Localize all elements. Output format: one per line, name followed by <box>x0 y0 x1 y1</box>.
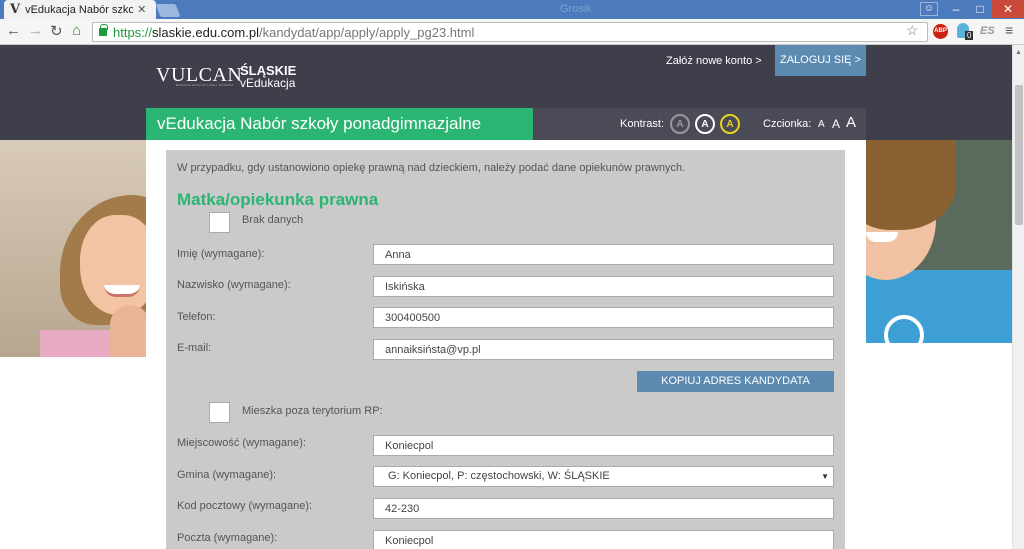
no-data-checkbox[interactable] <box>209 212 230 233</box>
font-small-button[interactable]: A <box>818 119 825 130</box>
profile-icon[interactable]: ☺ <box>920 2 938 16</box>
register-link[interactable]: Załóż nowe konto > <box>666 55 762 67</box>
last-name-label: Nazwisko (wymagane): <box>177 279 291 291</box>
tab-close-icon[interactable]: ✕ <box>137 3 146 16</box>
postal-code-input[interactable] <box>373 498 834 519</box>
lock-icon <box>99 24 108 36</box>
scrollbar-thumb[interactable] <box>1015 85 1023 225</box>
brand-logo: vEdukacja <box>240 76 296 90</box>
title-bar: vEdukacja Nabór szkoły ponadgimnazjalne … <box>146 108 866 140</box>
contrast-yellow-button[interactable]: A <box>720 114 740 134</box>
adblock-icon[interactable]: ABP <box>933 24 948 39</box>
site-title: vEdukacja Nabór szkoły ponadgimnazjalne <box>146 108 533 140</box>
contrast-default-button[interactable]: A <box>670 114 690 134</box>
postal-code-label: Kod pocztowy (wymagane): <box>177 500 313 512</box>
url-path: /kandydat/app/apply/apply_pg23.html <box>258 24 475 40</box>
site-header: VULCAN BADANIA EDUKACYJNE I ROZWÓJ ŚLĄSK… <box>0 45 1012 140</box>
page-content: VULCAN BADANIA EDUKACYJNE I ROZWÓJ ŚLĄSK… <box>0 45 1012 549</box>
phone-label: Telefon: <box>177 311 216 323</box>
close-window-icon[interactable]: ✕ <box>992 0 1024 18</box>
reload-icon[interactable]: ↻ <box>50 22 63 40</box>
scroll-up-icon[interactable]: ▲ <box>1015 49 1022 56</box>
guardian-form: W przypadku, gdy ustanowiono opiekę praw… <box>166 150 845 549</box>
font-large-button[interactable]: A <box>846 114 856 131</box>
url-host: slaskie.edu.com.pl <box>152 24 259 40</box>
back-arrow-icon[interactable]: ← <box>6 22 21 39</box>
font-medium-button[interactable]: A <box>832 117 840 131</box>
commune-select[interactable]: G: Koniecpol, P: częstochowski, W: ŚLĄSK… <box>373 466 834 487</box>
email-label: E-mail: <box>177 342 212 354</box>
commune-label: Gmina (wymagane): <box>177 469 277 481</box>
login-button[interactable]: ZALOGUJ SIĘ > <box>775 45 866 76</box>
post-office-input[interactable] <box>373 530 834 549</box>
abroad-checkbox[interactable] <box>209 402 230 423</box>
email-input[interactable] <box>373 339 834 360</box>
commune-selected-value: G: Koniecpol, P: częstochowski, W: ŚLĄSK… <box>388 470 610 482</box>
browser-toolbar: ← → ↻ ⌂ https:// slaskie.edu.com.pl /kan… <box>0 19 1024 45</box>
browser-tab-bar: V vEdukacja Nabór szkoły p ✕ Grosik ☺ – … <box>0 0 1024 19</box>
abroad-label: Mieszka poza terytorium RP: <box>242 405 383 417</box>
new-tab-button[interactable] <box>155 4 181 17</box>
section-title: Matka/opiekunka prawna <box>177 190 379 209</box>
minimize-icon[interactable]: – <box>944 0 968 18</box>
post-office-label: Poczta (wymagane): <box>177 532 278 544</box>
dropdown-arrow-icon: ▼ <box>821 472 829 481</box>
forward-arrow-icon[interactable]: → <box>28 22 43 39</box>
contrast-label: Kontrast: <box>620 118 665 130</box>
browser-tab[interactable]: V vEdukacja Nabór szkoły p ✕ <box>4 0 156 19</box>
menu-icon[interactable]: ≡ <box>1005 22 1013 38</box>
vulcan-favicon-icon: V <box>10 2 21 17</box>
copy-candidate-address-button[interactable]: KOPIUJ ADRES KANDYDATA <box>637 371 834 392</box>
vulcan-logo-subtitle: BADANIA EDUKACYJNE I ROZWÓJ <box>176 83 234 87</box>
maximize-icon[interactable]: □ <box>968 0 992 18</box>
window-title: Grosik <box>560 3 592 15</box>
phone-input[interactable] <box>373 307 834 328</box>
city-label: Miejscowość (wymagane): <box>177 437 306 449</box>
url-scheme: https:// <box>113 24 153 40</box>
es-extension-icon[interactable]: ES <box>980 25 995 37</box>
home-icon[interactable]: ⌂ <box>72 22 81 39</box>
last-name-input[interactable] <box>373 276 834 297</box>
first-name-input[interactable] <box>373 244 834 265</box>
form-intro: W przypadku, gdy ustanowiono opiekę praw… <box>177 162 686 174</box>
contrast-white-button[interactable]: A <box>695 114 715 134</box>
first-name-label: Imię (wymagane): <box>177 248 265 260</box>
girl-photo <box>0 140 146 357</box>
tab-title: vEdukacja Nabór szkoły p <box>25 3 134 16</box>
no-data-label: Brak danych <box>242 214 304 226</box>
page-scrollbar[interactable]: ▲ <box>1012 45 1024 549</box>
ghostery-badge: 0 <box>965 31 974 40</box>
bookmark-star-icon[interactable]: ☆ <box>906 22 919 39</box>
boy-photo <box>866 140 1012 343</box>
address-bar[interactable]: https:// slaskie.edu.com.pl /kandydat/ap… <box>92 22 928 42</box>
city-input[interactable] <box>373 435 834 456</box>
font-size-label: Czcionka: <box>763 118 812 130</box>
